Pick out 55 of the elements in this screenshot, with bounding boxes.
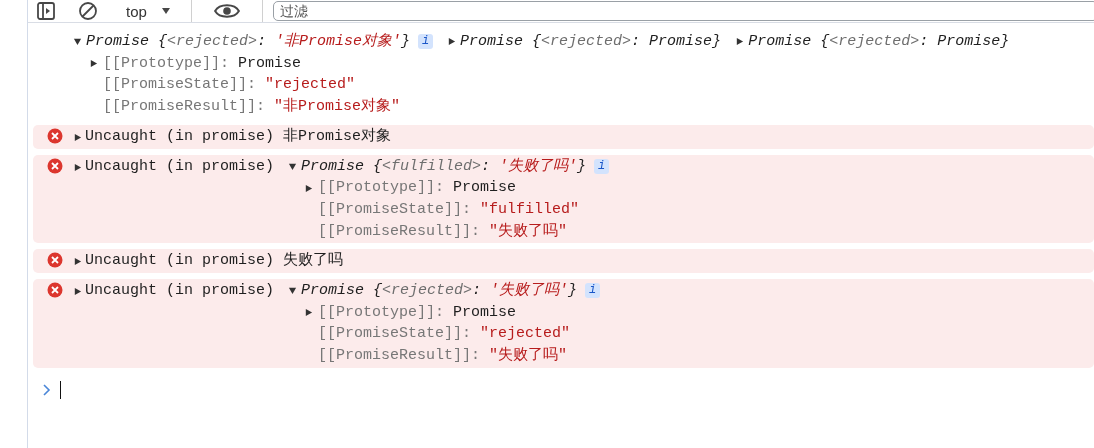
info-badge[interactable]: i [418, 34, 434, 50]
caret-icon [160, 6, 171, 16]
sidebar-icon[interactable] [36, 1, 56, 21]
error-prefix: Uncaught (in promise) [85, 156, 275, 177]
error-prefix: Uncaught (in promise) [85, 251, 275, 272]
object-preview[interactable]: Promise {<rejected>: '非Promise对象'} [86, 31, 411, 53]
prompt-chevron-icon [42, 382, 52, 397]
info-badge[interactable]: i [594, 158, 610, 174]
context-dropdown[interactable]: top [120, 2, 181, 20]
object-preview[interactable]: Promise {<rejected>: Promise} [460, 31, 722, 53]
error-prefix: Uncaught (in promise) [85, 126, 275, 147]
property-key: [[Prototype]]: [318, 301, 445, 324]
expand-triangle-icon[interactable] [73, 37, 82, 47]
expand-triangle-icon[interactable] [304, 308, 314, 318]
property-key: [[PromiseState]]: [318, 323, 472, 346]
expand-triangle-icon[interactable] [73, 257, 82, 267]
property-key: [[Prototype]]: [318, 177, 445, 199]
expand-triangle-icon[interactable] [288, 161, 298, 171]
property-key: [[PromiseState]]: [103, 74, 257, 97]
property-key: [[PromiseResult]]: [318, 220, 481, 243]
error-icon [47, 157, 63, 174]
property-value: "非Promise对象" [274, 96, 401, 118]
property-value: "rejected" [265, 75, 356, 96]
error-prefix: Uncaught (in promise) [85, 281, 275, 302]
info-badge[interactable]: i [585, 283, 601, 299]
object-preview[interactable]: Promise {<rejected>: '失败了吗'} [301, 280, 578, 302]
property-value: Promise [453, 302, 517, 323]
object-preview[interactable]: Promise {<rejected>: Promise} [748, 31, 1010, 53]
expand-triangle-icon[interactable] [304, 183, 314, 193]
expand-triangle-icon[interactable] [735, 37, 745, 47]
expand-triangle-icon[interactable] [89, 59, 98, 69]
property-key: [[PromiseResult]]: [318, 345, 481, 367]
expand-triangle-icon[interactable] [447, 37, 457, 47]
clear-icon[interactable] [78, 1, 98, 21]
property-value: "rejected" [480, 324, 571, 345]
filter-field[interactable]: 过滤 [272, 1, 1094, 21]
error-icon [47, 252, 63, 269]
expand-triangle-icon[interactable] [73, 132, 82, 142]
property-value: "fulfilled" [480, 199, 580, 220]
property-value: Promise [453, 178, 517, 199]
property-key: [[Prototype]]: [103, 52, 230, 75]
object-preview[interactable]: Promise {<fulfilled>: '失败了吗'} [301, 155, 587, 178]
error-text: 非Promise对象 [283, 126, 392, 147]
property-value: "失败了吗" [489, 345, 568, 367]
property-key: [[PromiseResult]]: [103, 96, 266, 118]
property-value: Promise [238, 53, 302, 74]
expand-triangle-icon[interactable] [288, 286, 298, 296]
error-icon [47, 127, 63, 144]
property-key: [[PromiseState]]: [318, 198, 472, 221]
expand-triangle-icon[interactable] [73, 287, 82, 297]
eye-icon[interactable] [213, 2, 240, 20]
expand-triangle-icon[interactable] [73, 162, 82, 172]
error-text: 失败了吗 [283, 250, 344, 272]
property-value: "失败了吗" [489, 221, 568, 242]
error-icon [47, 282, 63, 299]
